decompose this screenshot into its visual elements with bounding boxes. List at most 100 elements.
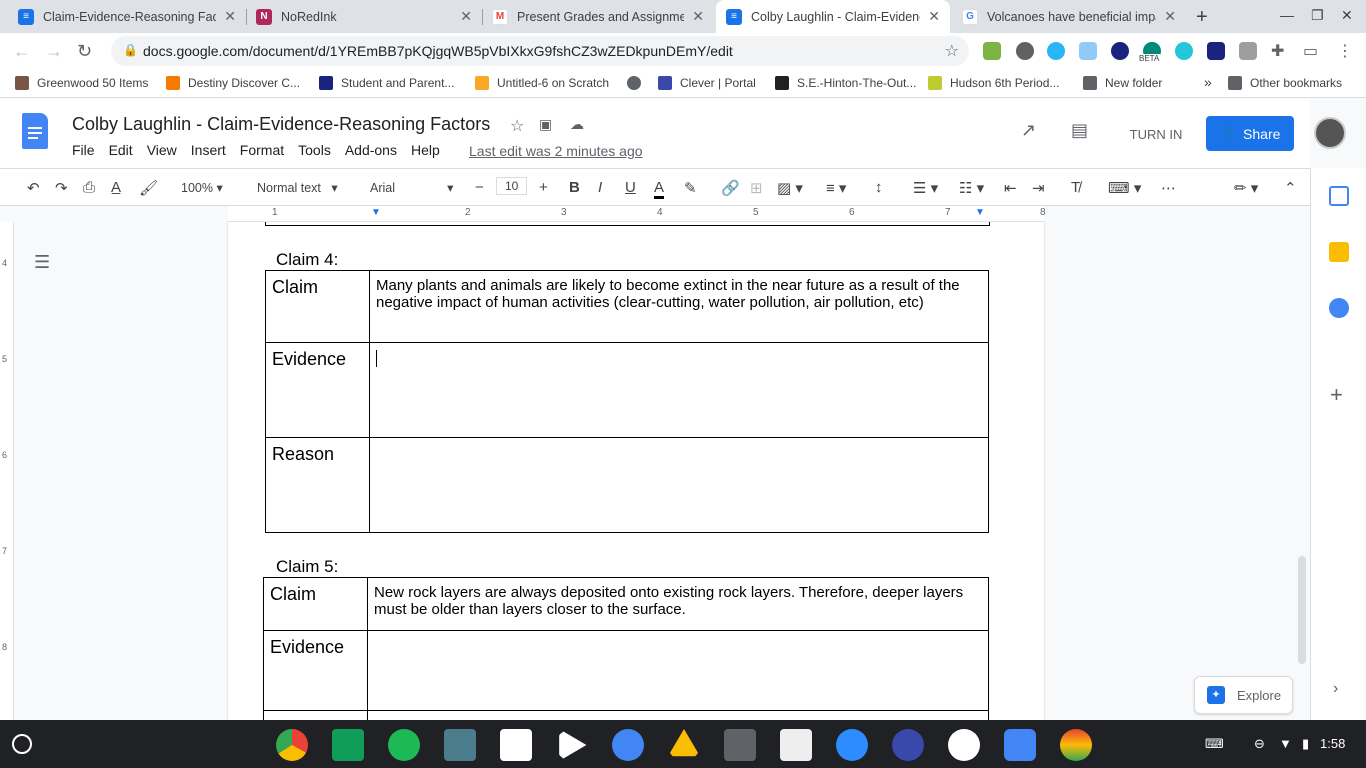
spellcheck-icon[interactable]: A̲: [111, 179, 121, 196]
maps-icon[interactable]: [1060, 729, 1092, 761]
play-store-icon[interactable]: [559, 729, 587, 761]
document-canvas[interactable]: ☰ Claim 4: Claim Many plants and animals…: [14, 222, 1310, 720]
tab-1[interactable]: N NoRedInk ✕: [246, 0, 482, 33]
close-icon[interactable]: ✕: [928, 8, 940, 25]
bold-icon[interactable]: B: [569, 179, 580, 196]
bookmark-item[interactable]: [627, 76, 649, 90]
close-window-icon[interactable]: ✕: [1341, 7, 1353, 24]
insert-image-icon[interactable]: ▨ ▾: [777, 179, 803, 197]
calendar-icon[interactable]: [1329, 186, 1349, 206]
underline-icon[interactable]: U: [625, 179, 636, 196]
bookmark-item[interactable]: Clever | Portal: [658, 76, 756, 90]
menu-format[interactable]: Format: [240, 142, 284, 158]
move-folder-icon[interactable]: ▣: [539, 116, 552, 133]
menu-addons[interactable]: Add-ons: [345, 142, 397, 158]
increase-font-size-icon[interactable]: +: [539, 179, 548, 196]
paint-format-icon[interactable]: 🖌: [139, 179, 158, 197]
cloud-status-icon[interactable]: ☁: [570, 116, 584, 133]
tab-2[interactable]: M Present Grades and Assignmen ✕: [482, 0, 714, 33]
address-bar[interactable]: 🔒 docs.google.com/document/d/1YREmBB7pKQ…: [111, 36, 969, 66]
bulleted-list-icon[interactable]: ☷ ▾: [959, 179, 984, 197]
expand-panel-icon[interactable]: ›: [1333, 680, 1338, 698]
bookmark-item[interactable]: Destiny Discover C...: [166, 76, 300, 90]
table-cell[interactable]: [367, 710, 989, 720]
reason-cell[interactable]: [369, 437, 989, 533]
back-icon[interactable]: ←: [13, 41, 31, 62]
bookmark-item[interactable]: Untitled-6 on Scratch: [475, 76, 609, 90]
add-comment-icon[interactable]: ⊞: [750, 179, 763, 197]
wifi-icon[interactable]: ▼: [1279, 736, 1292, 751]
avatar[interactable]: [1314, 117, 1346, 149]
print-icon[interactable]: ⎙: [83, 179, 95, 196]
star-icon[interactable]: ☆: [510, 116, 524, 136]
zoom-icon[interactable]: [836, 729, 868, 761]
indent-marker-icon[interactable]: ▼: [975, 207, 985, 218]
font-select[interactable]: Arial ▾: [370, 180, 453, 195]
tab-3-active[interactable]: ≡ Colby Laughlin - Claim-Evidenc ✕: [716, 0, 950, 33]
extension-icon[interactable]: [1239, 42, 1257, 60]
numbered-list-icon[interactable]: ☰ ▾: [913, 179, 938, 197]
launcher-icon[interactable]: [12, 734, 32, 754]
extension-icon[interactable]: [1175, 42, 1193, 60]
do-not-disturb-icon[interactable]: ⊖: [1254, 736, 1265, 752]
spotify-icon[interactable]: [388, 729, 420, 761]
keyboard-icon[interactable]: ⌨: [1205, 736, 1224, 752]
comment-icon[interactable]: ▤: [1071, 120, 1088, 141]
decrease-indent-icon[interactable]: ⇤: [1004, 179, 1017, 197]
menu-insert[interactable]: Insert: [191, 142, 226, 158]
redo-icon[interactable]: ↷: [55, 179, 68, 197]
other-bookmarks[interactable]: Other bookmarks: [1228, 76, 1342, 90]
add-addon-icon[interactable]: +: [1330, 382, 1343, 408]
align-icon[interactable]: ≡ ▾: [826, 179, 846, 197]
camera-icon[interactable]: [1004, 729, 1036, 761]
ruler-track[interactable]: [228, 206, 1044, 222]
new-tab-button[interactable]: +: [1196, 6, 1208, 29]
calculator-icon[interactable]: [724, 729, 756, 761]
app-icon[interactable]: [444, 729, 476, 761]
tab-0[interactable]: ≡ Claim-Evidence-Reasoning Fact ✕: [8, 0, 246, 33]
input-tools-icon[interactable]: ⌨ ▾: [1108, 179, 1141, 197]
tab-4[interactable]: G Volcanoes have beneficial impa ✕: [952, 0, 1186, 33]
kami-icon[interactable]: [892, 729, 924, 761]
turn-in-button[interactable]: TURN IN: [1120, 117, 1192, 151]
bookmark-star-icon[interactable]: ☆: [945, 41, 959, 61]
puzzle-icon[interactable]: ✚: [1271, 41, 1284, 61]
highlight-icon[interactable]: ✎: [684, 179, 697, 197]
gmail-icon[interactable]: [500, 729, 532, 761]
bookmark-item[interactable]: Greenwood 50 Items: [15, 76, 148, 90]
bookmark-item[interactable]: Student and Parent...: [319, 76, 454, 90]
last-edit-link[interactable]: Last edit was 2 minutes ago: [469, 143, 643, 159]
link-icon[interactable]: 🔗: [721, 179, 740, 197]
cast-icon[interactable]: ▭: [1303, 41, 1318, 61]
activity-trend-icon[interactable]: ↗: [1021, 120, 1036, 141]
bookmark-item[interactable]: S.E.-Hinton-The-Out...: [775, 76, 916, 90]
claim-text-cell[interactable]: New rock layers are always deposited ont…: [367, 577, 989, 631]
explore-button[interactable]: ✦ Explore: [1194, 676, 1293, 714]
reload-icon[interactable]: ↻: [77, 41, 92, 62]
style-select[interactable]: Normal text ▾: [257, 180, 338, 195]
close-icon[interactable]: ✕: [224, 8, 236, 25]
editing-mode-icon[interactable]: ✏ ▾: [1234, 179, 1258, 197]
line-spacing-icon[interactable]: ↕: [875, 179, 883, 196]
bookmarks-overflow[interactable]: »: [1204, 74, 1212, 90]
menu-file[interactable]: File: [72, 142, 95, 158]
menu-edit[interactable]: Edit: [109, 142, 133, 158]
clock[interactable]: 1:58: [1320, 736, 1345, 751]
italic-icon[interactable]: I: [598, 179, 602, 196]
battery-icon[interactable]: ▮: [1302, 736, 1309, 752]
kami-icon[interactable]: [1111, 42, 1129, 60]
extension-icon[interactable]: [1207, 42, 1225, 60]
document-title[interactable]: Colby Laughlin - Claim-Evidence-Reasonin…: [72, 114, 490, 135]
restore-icon[interactable]: ❐: [1311, 7, 1324, 24]
docs-logo-icon[interactable]: [22, 113, 48, 149]
drive-icon[interactable]: [668, 729, 700, 757]
more-icon[interactable]: ⋯: [1161, 179, 1176, 197]
extension-icon[interactable]: [1079, 42, 1097, 60]
forward-icon[interactable]: →: [45, 41, 63, 62]
claim-text-cell[interactable]: Many plants and animals are likely to be…: [369, 270, 989, 343]
text-color-icon[interactable]: A: [654, 179, 665, 199]
scrollbar-thumb[interactable]: [1298, 556, 1306, 664]
menu-tools[interactable]: Tools: [298, 142, 331, 158]
document-page[interactable]: Claim 4: Claim Many plants and animals a…: [228, 222, 1044, 720]
close-icon[interactable]: ✕: [1164, 8, 1176, 25]
